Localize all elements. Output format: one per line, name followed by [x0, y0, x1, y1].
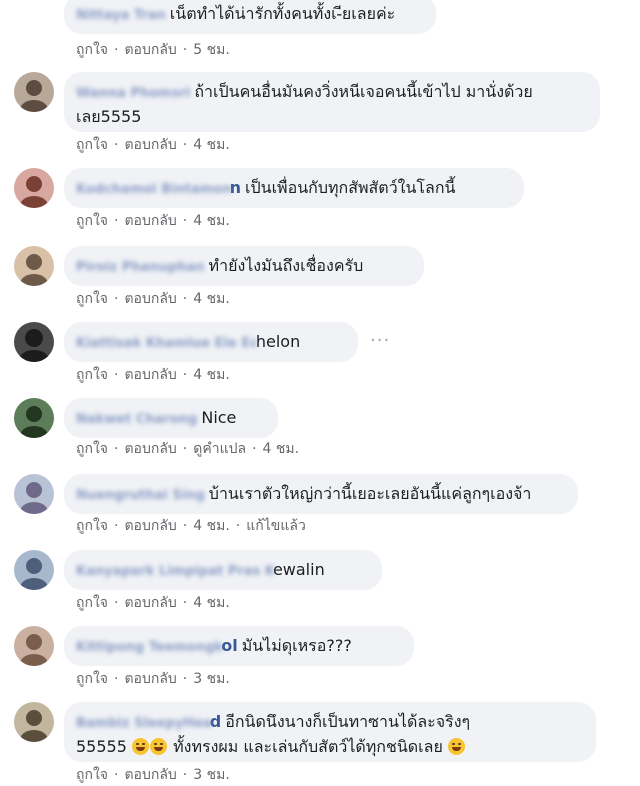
- commenter-name[interactable]: Kanyapark Limpipat Pras K: [76, 560, 275, 583]
- comment-actions: ถูกใจ · ตอบกลับ · 4 ชม.: [76, 291, 230, 307]
- commenter-name[interactable]: Kiattisak Khamlue Ele Ec: [76, 332, 258, 355]
- like-link[interactable]: ถูกใจ: [76, 671, 108, 687]
- commenter-name[interactable]: Nakwet Charong: [76, 408, 197, 431]
- commenter-name[interactable]: Kittipong Teemongk: [76, 636, 223, 659]
- comment-bubble: Piroiz Phanuphan ทำยังไงมันถึงเชื่องครับ: [64, 246, 424, 286]
- comment-actions: ถูกใจ · ตอบกลับ · ดูคำแปล · 4 ชม.: [76, 441, 300, 457]
- comment-bubble: Nittaya Tran เน็ตทำได้น่ารักทั้งคนทั้งเ-ี…: [64, 0, 436, 34]
- like-link[interactable]: ถูกใจ: [76, 595, 108, 611]
- comment-bubble: Kittipong Teemongkol มันไม่ดุเหรอ???: [64, 626, 414, 666]
- comment-actions: ถูกใจ · ตอบกลับ · 5 ชม.: [76, 42, 230, 58]
- timestamp[interactable]: 4 ชม.: [193, 291, 230, 307]
- comment-actions: ถูกใจ · ตอบกลับ · 4 ชม. · แก้ไขแล้ว: [76, 518, 306, 534]
- reply-link[interactable]: ตอบกลับ: [124, 291, 176, 307]
- edited-label[interactable]: แก้ไขแล้ว: [246, 518, 306, 534]
- comment-text-line2-start: 55555: [76, 737, 127, 756]
- comment-actions: ถูกใจ · ตอบกลับ · 4 ชม.: [76, 213, 230, 229]
- comment-actions: ถูกใจ · ตอบกลับ · 4 ชม.: [76, 595, 230, 611]
- avatar[interactable]: [14, 246, 54, 286]
- commenter-name[interactable]: Piroiz Phanuphan: [76, 256, 205, 279]
- avatar[interactable]: [14, 474, 54, 514]
- commenter-name[interactable]: Bambiz SleepyHea: [76, 712, 212, 735]
- timestamp[interactable]: 4 ชม.: [193, 518, 230, 534]
- reply-link[interactable]: ตอบกลับ: [124, 518, 176, 534]
- avatar[interactable]: [14, 702, 54, 742]
- comment-bubble: Nuengruthai Sing บ้านเราตัวใหญ่กว่านี้เยอ…: [64, 474, 578, 514]
- commenter-name[interactable]: Nuengruthai Sing: [76, 484, 205, 507]
- timestamp[interactable]: 4 ชม.: [193, 367, 230, 383]
- timestamp[interactable]: 4 ชม.: [193, 137, 230, 153]
- timestamp[interactable]: 4 ชม.: [193, 213, 230, 229]
- timestamp[interactable]: 5 ชม.: [193, 42, 230, 58]
- reply-link[interactable]: ตอบกลับ: [124, 42, 176, 58]
- comment-text-line2-end: ทั้งทรงผม และเล่นกับสัตว์ได้ทุกชนิดเลย: [173, 737, 443, 756]
- timestamp[interactable]: 3 ชม.: [193, 767, 230, 783]
- comment-actions: ถูกใจ · ตอบกลับ · 4 ชม.: [76, 367, 230, 383]
- comment-bubble: Nakwet Charong Nice: [64, 398, 278, 438]
- timestamp[interactable]: 4 ชม.: [263, 441, 300, 457]
- comment-text: ทำยังไงมันถึงเชื่องครับ: [208, 256, 364, 275]
- reply-link[interactable]: ตอบกลับ: [124, 671, 176, 687]
- comment-actions: ถูกใจ · ตอบกลับ · 3 ชม.: [76, 671, 230, 687]
- comment-text: บ้านเราตัวใหญ่กว่านี้เยอะเลยอันนี้แค่ลูก…: [208, 484, 532, 503]
- avatar[interactable]: [14, 322, 54, 362]
- timestamp[interactable]: 4 ชม.: [193, 595, 230, 611]
- commenter-name-tail[interactable]: ol: [221, 636, 237, 655]
- avatar[interactable]: [14, 550, 54, 590]
- reply-link[interactable]: ตอบกลับ: [124, 137, 176, 153]
- like-link[interactable]: ถูกใจ: [76, 42, 108, 58]
- more-options-icon[interactable]: ···: [370, 330, 390, 351]
- avatar[interactable]: [14, 72, 54, 112]
- comment-text: ถ้าเป็นคนอื่นมันคงวิ่งหนีเจอคนนี้เข้าไป …: [194, 82, 533, 101]
- grin-emoji-icon: [447, 738, 465, 755]
- rofl-emoji-icon: [132, 738, 149, 755]
- reply-link[interactable]: ตอบกลับ: [124, 441, 176, 457]
- reply-link[interactable]: ตอบกลับ: [124, 367, 176, 383]
- like-link[interactable]: ถูกใจ: [76, 137, 108, 153]
- like-link[interactable]: ถูกใจ: [76, 518, 108, 534]
- comment-text: อีกนิดนึงนางก็เป็นทาซานได้ละจริงๆ: [225, 712, 471, 731]
- avatar[interactable]: [14, 168, 54, 208]
- reply-link[interactable]: ตอบกลับ: [124, 767, 176, 783]
- avatar[interactable]: [14, 398, 54, 438]
- timestamp[interactable]: 3 ชม.: [193, 671, 230, 687]
- comment-text: มันไม่ดุเหรอ???: [241, 636, 352, 655]
- comment-text: เน็ตทำได้น่ารักทั้งคนทั้งเ-ียเลยค่ะ: [169, 4, 396, 23]
- like-link[interactable]: ถูกใจ: [76, 213, 108, 229]
- comment-actions: ถูกใจ · ตอบกลับ · 4 ชม.: [76, 137, 230, 153]
- commenter-name-tail[interactable]: ewalin: [273, 560, 325, 579]
- avatar[interactable]: [14, 626, 54, 666]
- comment-text: Nice: [201, 408, 237, 427]
- commenter-name[interactable]: Wanna Phomsri: [76, 82, 190, 105]
- like-link[interactable]: ถูกใจ: [76, 767, 108, 783]
- commenter-name[interactable]: Nittaya Tran: [76, 4, 166, 27]
- like-link[interactable]: ถูกใจ: [76, 367, 108, 383]
- comment-bubble: Kiattisak Khamlue Ele Echelon: [64, 322, 358, 362]
- comment-bubble: Kodchamol Bintamonn เป็นเพื่อนกับทุกสัพสั…: [64, 168, 524, 208]
- rofl-emoji-icon: [150, 738, 167, 755]
- reply-link[interactable]: ตอบกลับ: [124, 595, 176, 611]
- see-translation-link[interactable]: ดูคำแปล: [193, 441, 246, 457]
- comment-text: เป็นเพื่อนกับทุกสัพสัตว์ในโลกนี้: [245, 178, 456, 197]
- comment-bubble: Wanna Phomsri ถ้าเป็นคนอื่นมันคงวิ่งหนีเจ…: [64, 72, 600, 132]
- commenter-name[interactable]: Kodchamol Bintamon: [76, 178, 232, 201]
- like-link[interactable]: ถูกใจ: [76, 291, 108, 307]
- comment-actions: ถูกใจ · ตอบกลับ · 3 ชม.: [76, 767, 230, 783]
- commenter-name-tail[interactable]: helon: [256, 332, 300, 351]
- like-link[interactable]: ถูกใจ: [76, 441, 108, 457]
- comment-bubble: Bambiz SleepyHead อีกนิดนึงนางก็เป็นทาซาน…: [64, 702, 596, 762]
- comment-text-line2: เลย5555: [76, 107, 142, 126]
- reply-link[interactable]: ตอบกลับ: [124, 213, 176, 229]
- comment-bubble: Kanyapark Limpipat Pras Kewalin: [64, 550, 382, 590]
